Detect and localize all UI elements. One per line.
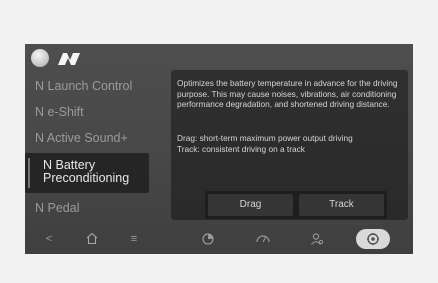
drag-button[interactable]: Drag xyxy=(208,194,293,216)
menu-item-label: N Active Sound+ xyxy=(35,131,128,145)
menu-item-label: N Pedal xyxy=(35,201,80,215)
menu-item-n-battery-preconditioning[interactable]: N Battery Preconditioning xyxy=(25,153,149,193)
battery-preconditioning-panel: Optimizes the battery temperature in adv… xyxy=(171,70,408,220)
gauge-icon[interactable] xyxy=(255,232,271,244)
track-button[interactable]: Track xyxy=(299,194,384,216)
mode-button-group: Drag Track xyxy=(205,191,387,219)
back-icon[interactable]: < xyxy=(41,232,57,246)
n-settings-icon xyxy=(367,233,379,245)
menu-item-n-active-sound[interactable]: N Active Sound+ xyxy=(35,126,175,150)
menu-icon[interactable]: ≡ xyxy=(126,232,142,246)
menu-item-label: N Launch Control xyxy=(35,79,133,93)
menu-item-label-line2: Preconditioning xyxy=(43,171,130,185)
track-mode-description: Track: consistent driving on a track xyxy=(177,143,305,154)
menu-item-n-pedal[interactable]: N Pedal xyxy=(35,196,175,220)
bottom-navigation-bar: < ≡ xyxy=(25,226,413,254)
mode-descriptions: Drag: short-term maximum power output dr… xyxy=(177,133,407,154)
active-tab-pill[interactable] xyxy=(356,229,390,249)
n-logo-icon xyxy=(58,53,80,65)
infotainment-screen: N Launch Control N e-Shift N Active Soun… xyxy=(25,44,413,254)
home-icon[interactable] xyxy=(85,232,101,245)
profile-icon[interactable] xyxy=(31,49,49,67)
menu-item-n-launch-control[interactable]: N Launch Control xyxy=(35,74,175,98)
selection-indicator xyxy=(28,158,30,188)
menu-item-n-e-shift[interactable]: N e-Shift xyxy=(35,100,175,124)
menu-item-label: N e-Shift xyxy=(35,105,84,119)
description-text: Optimizes the battery temperature in adv… xyxy=(177,78,398,109)
drag-mode-description: Drag: short-term maximum power output dr… xyxy=(177,133,353,143)
driver-icon[interactable] xyxy=(310,232,326,246)
mode-icon[interactable] xyxy=(201,232,217,246)
